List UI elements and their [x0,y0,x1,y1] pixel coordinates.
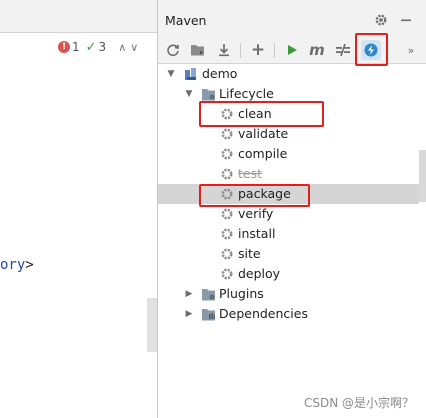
toolbar-divider [274,43,275,58]
chevron-down-icon[interactable]: ▼ [184,84,194,104]
tree-label-dependencies: Dependencies [219,306,308,321]
goal-label: install [238,226,276,241]
inspection-widget[interactable]: ! 1 ✓ 3 ∧ ∨ [58,39,138,55]
execute-goal-icon[interactable]: m [307,40,327,60]
code-keyword: ory [0,257,26,273]
goal-validate[interactable]: validate [158,124,419,144]
gear-icon [219,266,235,282]
chevron-up-icon[interactable]: ∧ [118,41,126,54]
chevron-down-icon[interactable]: ∨ [130,41,138,54]
watermark: CSDN @是小宗啊？ [303,396,414,410]
download-icon[interactable] [214,40,234,60]
gear-icon [219,106,235,122]
ok-count: 3 [98,40,107,54]
goal-label-skipped: test [238,166,263,181]
goal-label: compile [238,146,288,161]
goal-label: deploy [238,266,281,281]
gear-icon [219,206,235,222]
tree-label-lifecycle: Lifecycle [219,86,274,101]
goal-test[interactable]: test [158,164,419,184]
maven-module-icon [183,66,199,82]
checkmark-icon: ✓ [85,39,97,55]
error-icon: ! [58,41,70,53]
code-line[interactable]: ory> [0,257,34,273]
generate-sources-icon[interactable] [188,40,208,60]
maven-header: Maven [158,0,426,38]
editor-pane: ! 1 ✓ 3 ∧ ∨ ory> [0,0,157,418]
chevron-right-icon[interactable]: ▶ [184,284,194,304]
goal-label: package [238,186,291,201]
maven-tool-window: Maven + m » ▼ demo ▼ Lifecycle clean val… [157,0,426,418]
goal-verify[interactable]: verify [158,204,419,224]
offline-mode-icon[interactable] [361,40,381,60]
goal-install[interactable]: install [158,224,419,244]
run-icon[interactable] [282,40,302,60]
goal-compile[interactable]: compile [158,144,419,164]
maven-scrollbar[interactable] [419,150,426,202]
code-punctuation: > [25,257,34,273]
maven-toolbar: + m » [158,38,426,64]
plugins-folder-icon [200,286,216,302]
goal-label: clean [238,106,272,121]
goal-package[interactable]: package [158,184,419,204]
goal-clean[interactable]: clean [158,104,419,124]
gear-icon [219,126,235,142]
toggle-skip-tests-icon[interactable] [333,40,353,60]
tree-label-project: demo [202,66,238,81]
more-icon[interactable]: » [401,40,421,60]
tree-item-project[interactable]: ▼ demo [158,64,419,84]
chevron-down-icon[interactable]: ▼ [166,64,176,84]
gear-icon [219,146,235,162]
maven-title: Maven [165,13,207,28]
goal-label: site [238,246,261,261]
gear-icon [219,186,235,202]
tree-item-lifecycle[interactable]: ▼ Lifecycle [158,84,419,104]
gear-icon[interactable] [373,12,389,28]
editor-scrollbar[interactable] [147,298,157,352]
gear-icon [219,246,235,262]
add-icon[interactable]: + [248,40,268,60]
error-count: 1 [72,40,80,54]
tree-item-plugins[interactable]: ▶ Plugins [158,284,419,304]
goal-label: verify [238,206,274,221]
folder-icon [200,86,216,102]
toolbar-divider [240,43,241,58]
goal-site[interactable]: site [158,244,419,264]
minimize-icon[interactable] [398,12,414,28]
editor-tab-strip [0,0,157,33]
goal-deploy[interactable]: deploy [158,264,419,284]
reload-all-icon[interactable] [163,40,183,60]
dependencies-folder-icon [200,306,216,322]
goal-label: validate [238,126,289,141]
gear-icon [219,226,235,242]
tree-label-plugins: Plugins [219,286,264,301]
gear-icon [219,166,235,182]
tree-item-dependencies[interactable]: ▶ Dependencies [158,304,419,324]
chevron-right-icon[interactable]: ▶ [184,304,194,324]
